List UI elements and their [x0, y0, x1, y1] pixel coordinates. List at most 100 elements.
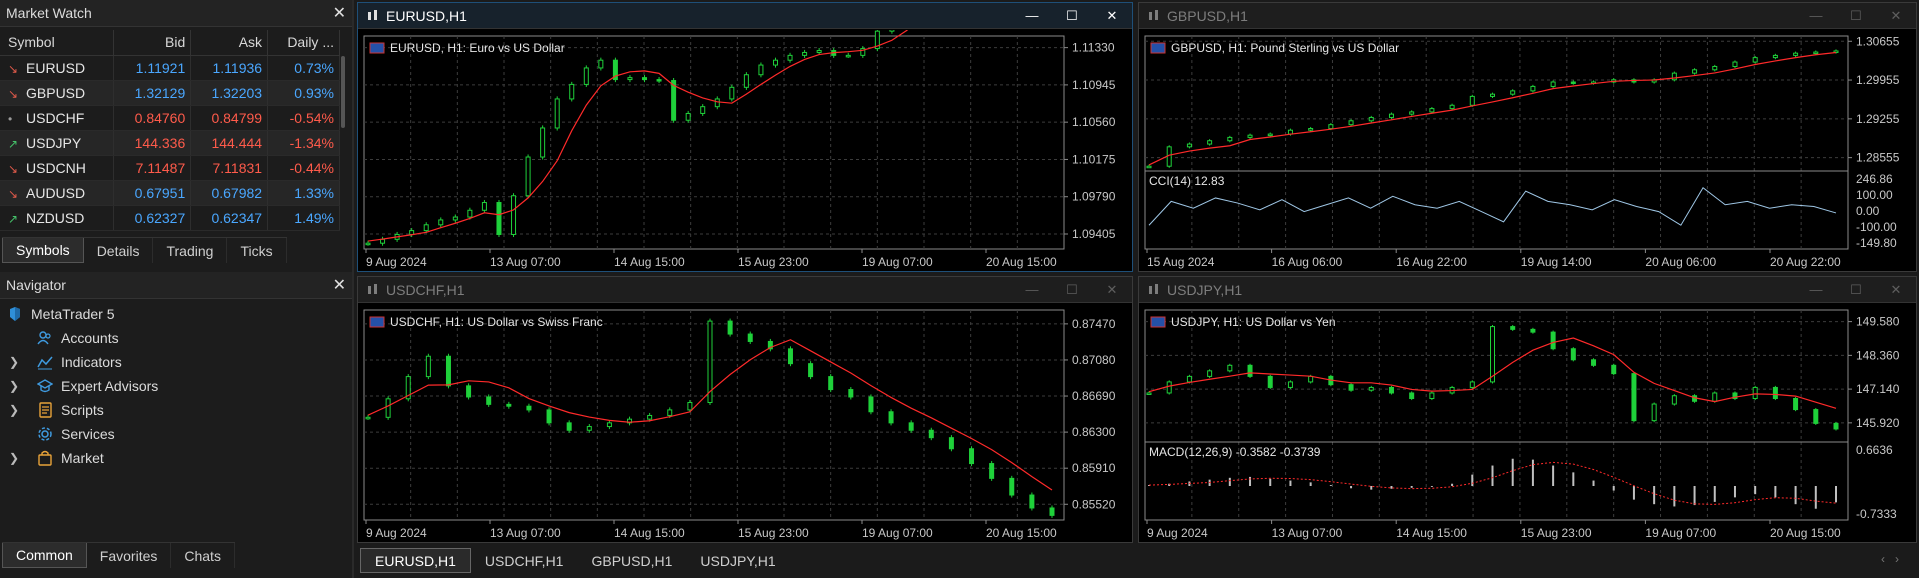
maximize-icon[interactable]: ☐: [1052, 282, 1092, 298]
candle-body: [1409, 111, 1415, 115]
price-label: 1.10945: [1072, 78, 1116, 92]
cci-line: [1148, 186, 1837, 226]
market-watch-scrollbar[interactable]: [341, 56, 345, 128]
chart-window-eurusd[interactable]: EURUSD,H1 — ☐ ✕ 1.11330 1.10945 1.10560 1.1…: [357, 2, 1133, 272]
chart-window-title-bar[interactable]: USDJPY,H1 — ☐ ✕: [1139, 277, 1916, 303]
chart-window-usdjpy[interactable]: USDJPY,H1 — ☐ ✕ 149.580 148.360 147.140 145…: [1138, 276, 1917, 543]
maximize-icon[interactable]: ☐: [1836, 282, 1876, 298]
table-row[interactable]: ↘ GBPUSD 1.32129 1.32203 0.93%: [0, 80, 340, 106]
candle-body: [1510, 326, 1516, 330]
candle-body: [1510, 90, 1516, 95]
close-icon[interactable]: ✕: [333, 275, 346, 295]
chart-window-title-bar[interactable]: GBPUSD,H1 — ☐ ✕: [1139, 3, 1916, 29]
column-header-ask[interactable]: Ask: [190, 30, 269, 56]
tree-item-scripts[interactable]: ❯ Scripts: [0, 398, 352, 422]
time-label: 9 Aug 2024: [366, 526, 427, 540]
table-row[interactable]: • USDCHF 0.84760 0.84799 -0.54%: [0, 105, 340, 131]
chart-tabs-scroll[interactable]: ‹›: [1881, 552, 1909, 566]
ask-cell: 1.32203: [190, 80, 269, 106]
trend-arrow-icon: ↘: [8, 61, 19, 76]
chevron-right-icon[interactable]: ›: [1895, 552, 1909, 566]
minimize-icon[interactable]: —: [1796, 282, 1836, 298]
ask-cell: 144.444: [190, 130, 269, 156]
tab-symbols[interactable]: Symbols: [2, 238, 84, 263]
moving-average-line: [1148, 51, 1837, 166]
tree-item-metatrader[interactable]: MetaTrader 5: [0, 302, 352, 326]
market-icon: [36, 449, 54, 467]
tab-chats[interactable]: Chats: [171, 543, 235, 568]
bid-cell: 144.336: [113, 130, 192, 156]
chart-area-gbpusd[interactable]: 1.30655 1.29955 1.29255 1.28555 GBPUSD, H1: …: [1139, 30, 1916, 271]
chart-window-icon: [1149, 283, 1158, 294]
time-label: 15 Aug 2024: [1147, 255, 1215, 269]
chart-area-usdchf[interactable]: 0.87470 0.87080 0.86690 0.86300 0.85910 0.855…: [358, 304, 1132, 542]
chart-window-title: USDCHF,H1: [386, 281, 465, 298]
candle-body: [1752, 386, 1758, 400]
chart-window-usdchf[interactable]: USDCHF,H1 — ☐ ✕ 0.87470 0.87080 0.86690 0.8…: [357, 276, 1133, 543]
tree-item-indicators[interactable]: ❯ Indicators: [0, 350, 352, 374]
ask-cell: 1.11936: [190, 55, 269, 81]
tab-trading[interactable]: Trading: [153, 238, 228, 263]
tree-item-market[interactable]: ❯ Market: [0, 446, 352, 470]
column-header-bid[interactable]: Bid: [113, 30, 192, 56]
close-icon[interactable]: ✕: [1092, 282, 1132, 298]
chevron-right-icon[interactable]: ❯: [9, 379, 19, 393]
chart-window-title-bar[interactable]: USDCHF,H1 — ☐ ✕: [358, 277, 1132, 303]
chevron-left-icon[interactable]: ‹: [1881, 552, 1895, 566]
column-header-symbol[interactable]: Symbol: [0, 30, 115, 56]
tab-favorites[interactable]: Favorites: [87, 543, 172, 568]
candle-body: [583, 67, 589, 85]
symbol-name: AUDUSD: [26, 184, 86, 201]
table-row[interactable]: ↗ NZDUSD 0.62327 0.62347 1.49%: [0, 205, 340, 231]
market-watch-title: Market Watch: [6, 5, 92, 21]
candle-body: [525, 156, 531, 197]
close-icon[interactable]: ✕: [333, 3, 346, 23]
candle-body: [466, 385, 472, 398]
chart-svg: 1.11330 1.10945 1.10560 1.10175 1.09790 1.094…: [363, 30, 1116, 269]
tab-chart-usdchf[interactable]: USDCHF,H1: [471, 548, 578, 573]
chart-area-usdjpy[interactable]: 149.580 148.360 147.140 145.920 USDJPY, H1: …: [1139, 304, 1916, 542]
candle-body: [1328, 124, 1334, 130]
symbol-cell: ↘ AUDUSD: [0, 180, 115, 206]
chevron-right-icon[interactable]: ❯: [9, 403, 19, 417]
trend-arrow-icon: ↘: [8, 86, 19, 101]
time-label: 16 Aug 22:00: [1396, 255, 1467, 269]
chart-area-eurusd[interactable]: 1.11330 1.10945 1.10560 1.10175 1.09790 1.094…: [358, 30, 1132, 271]
tab-common[interactable]: Common: [2, 543, 87, 568]
candle-body: [1409, 392, 1415, 400]
candle-body: [687, 402, 693, 411]
chart-symbol-label: GBPUSD, H1: Pound Sterling vs US Dollar: [1171, 41, 1399, 55]
table-row[interactable]: ↘ EURUSD 1.11921 1.11936 0.73%: [0, 55, 340, 81]
chevron-right-icon[interactable]: ❯: [9, 451, 19, 465]
chart-window-icon: [1149, 9, 1158, 20]
table-row[interactable]: ↗ USDJPY 144.336 144.444 -1.34%: [0, 130, 340, 156]
candle-body: [656, 79, 662, 82]
close-icon[interactable]: ✕: [1092, 8, 1132, 24]
tree-item-services[interactable]: Services: [0, 422, 352, 446]
table-row[interactable]: ↘ USDCNH 7.11487 7.11831 -0.44%: [0, 155, 340, 181]
tree-item-accounts[interactable]: Accounts: [0, 326, 352, 350]
maximize-icon[interactable]: ☐: [1836, 8, 1876, 24]
tab-chart-usdjpy[interactable]: USDJPY,H1: [686, 548, 789, 573]
close-icon[interactable]: ✕: [1876, 8, 1916, 24]
candle-body: [969, 448, 975, 465]
chart-window-gbpusd[interactable]: GBPUSD,H1 — ☐ ✕ 1.30655 1.29955 1.29255 1.2…: [1138, 2, 1917, 272]
minimize-icon[interactable]: —: [1012, 282, 1052, 298]
maximize-icon[interactable]: ☐: [1052, 8, 1092, 24]
candle-body: [1267, 375, 1273, 388]
column-header-daily[interactable]: Daily ...: [267, 30, 340, 56]
minimize-icon[interactable]: —: [1796, 8, 1836, 24]
tab-ticks[interactable]: Ticks: [227, 238, 287, 263]
minimize-icon[interactable]: —: [1012, 8, 1052, 24]
tab-chart-gbpusd[interactable]: GBPUSD,H1: [577, 548, 686, 573]
symbol-name: GBPUSD: [26, 84, 86, 101]
daily-change-cell: 1.49%: [267, 205, 340, 231]
chevron-right-icon[interactable]: ❯: [9, 355, 19, 369]
chart-window-title-bar[interactable]: EURUSD,H1 — ☐ ✕: [358, 3, 1132, 29]
tab-details[interactable]: Details: [84, 238, 154, 263]
close-icon[interactable]: ✕: [1876, 282, 1916, 298]
candle-body: [1833, 422, 1839, 430]
tree-item-expert-advisors[interactable]: ❯ Expert Advisors: [0, 374, 352, 398]
table-row[interactable]: ↘ AUDUSD 0.67951 0.67982 1.33%: [0, 180, 340, 206]
tab-chart-eurusd[interactable]: EURUSD,H1: [360, 548, 471, 573]
